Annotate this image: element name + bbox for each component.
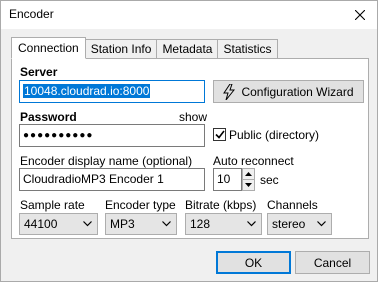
auto-reconnect-label: Auto reconnect	[213, 154, 294, 168]
cancel-button[interactable]: Cancel	[295, 251, 370, 274]
tab-strip: Connection Station Info Metadata Statist…	[11, 37, 278, 59]
tab-metadata[interactable]: Metadata	[157, 39, 219, 59]
spin-up-button[interactable]	[243, 169, 254, 179]
password-value: ●●●●●●●●●●	[23, 130, 94, 141]
channels-select[interactable]: stereo	[267, 213, 332, 235]
bitrate-select[interactable]: 128	[185, 213, 262, 235]
ok-button[interactable]: OK	[216, 251, 291, 274]
tab-connection[interactable]: Connection	[11, 37, 86, 59]
sample-rate-select[interactable]: 44100	[19, 213, 98, 235]
auto-reconnect-input[interactable]: 10	[213, 168, 242, 191]
public-label: Public (directory)	[229, 128, 320, 142]
lightning-icon	[223, 83, 236, 100]
sample-rate-label: Sample rate	[20, 198, 85, 212]
auto-reconnect-value: 10	[217, 172, 231, 186]
title-bar: Encoder	[1, 1, 377, 29]
display-name-input[interactable]: CloudradioMP3 Encoder 1	[19, 168, 205, 191]
server-value: 10048.cloudrad.io:8000	[23, 84, 151, 98]
chevron-down-icon	[247, 221, 256, 227]
show-password-link[interactable]: show	[179, 110, 207, 124]
cancel-label: Cancel	[313, 255, 352, 270]
server-input[interactable]: 10048.cloudrad.io:8000	[19, 80, 205, 103]
chevron-down-icon	[317, 221, 326, 227]
tab-station-info[interactable]: Station Info	[85, 39, 158, 59]
ok-label: OK	[244, 255, 263, 270]
arrow-up-icon	[245, 172, 252, 176]
encoder-type-label: Encoder type	[105, 198, 176, 212]
display-name-label: Encoder display name (optional)	[20, 154, 193, 168]
public-checkbox[interactable]	[213, 128, 226, 141]
sample-rate-value: 44100	[24, 217, 58, 231]
chevron-down-icon	[83, 221, 92, 227]
chevron-down-icon	[162, 221, 171, 227]
encoder-window: Encoder Connection Station Info Metadata…	[0, 0, 378, 282]
checkmark-icon	[214, 130, 225, 139]
connection-panel: Server 10048.cloudrad.io:8000 Configurat…	[11, 58, 369, 239]
spin-down-button[interactable]	[243, 179, 254, 189]
configuration-wizard-label: Configuration Wizard	[241, 84, 354, 99]
close-icon	[355, 10, 365, 20]
server-label: Server	[20, 65, 58, 79]
auto-reconnect-unit: sec	[260, 173, 279, 187]
encoder-type-value: MP3	[110, 217, 135, 231]
display-name-value: CloudradioMP3 Encoder 1	[23, 172, 164, 186]
window-title: Encoder	[9, 7, 54, 21]
bitrate-value: 128	[190, 217, 211, 231]
bitrate-label: Bitrate (kbps)	[185, 198, 257, 212]
configuration-wizard-button[interactable]: Configuration Wizard	[213, 80, 364, 103]
arrow-down-icon	[245, 182, 252, 187]
tab-statistics[interactable]: Statistics	[218, 39, 278, 59]
channels-label: Channels	[267, 198, 318, 212]
close-button[interactable]	[343, 1, 377, 29]
password-input[interactable]: ●●●●●●●●●●	[19, 124, 205, 147]
auto-reconnect-spinner[interactable]	[242, 168, 255, 191]
encoder-type-select[interactable]: MP3	[105, 213, 177, 235]
password-label: Password	[20, 110, 77, 124]
channels-value: stereo	[272, 217, 306, 231]
